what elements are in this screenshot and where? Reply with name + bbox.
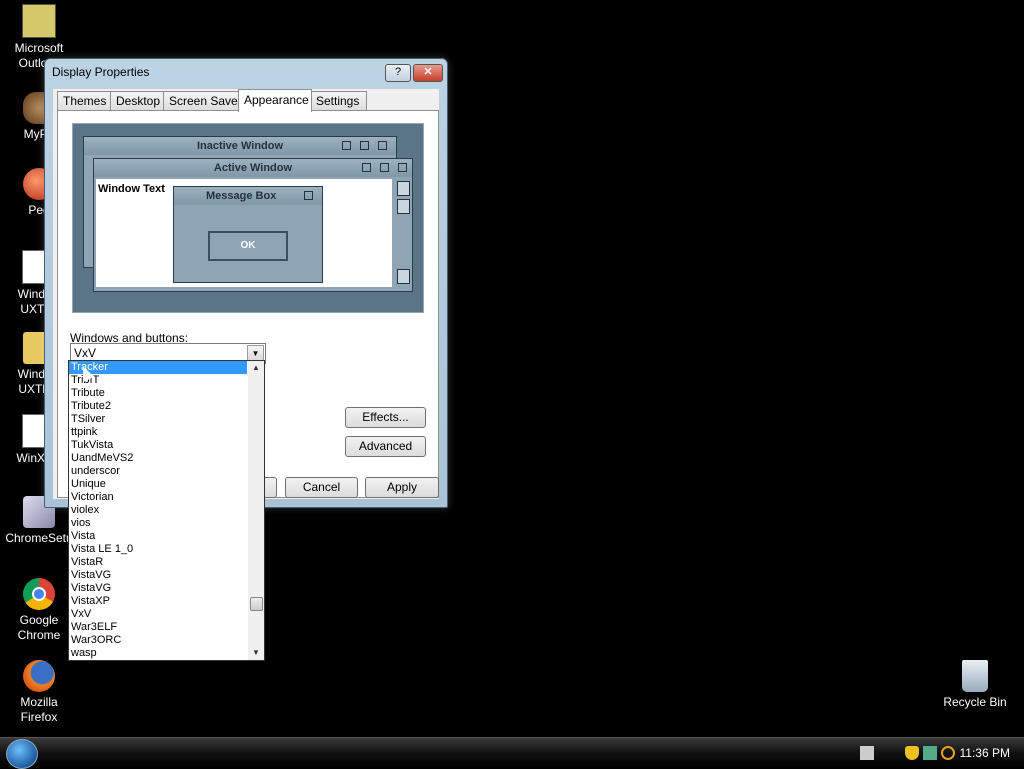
- start-button[interactable]: [6, 739, 38, 769]
- preview-message-box: Message Box OK: [173, 186, 323, 283]
- preview-window-text: Window Text: [98, 183, 165, 195]
- dropdown-item[interactable]: vios: [69, 517, 247, 530]
- preview-message-box-title: Message Box: [174, 187, 322, 205]
- appearance-preview: Inactive Window Active Window Window Tex…: [72, 123, 424, 313]
- desktop-icon-label: Recycle Bin: [943, 695, 1007, 709]
- desktop-icon-label: Google Chrome: [17, 613, 61, 642]
- dropdown-item[interactable]: VxV: [69, 608, 247, 621]
- close-icon: [398, 163, 407, 172]
- search-icon[interactable]: [941, 746, 955, 760]
- tab-themes[interactable]: Themes: [57, 91, 111, 111]
- title-bar[interactable]: Display Properties ? ✕: [45, 59, 447, 85]
- dropdown-item[interactable]: Tribute2: [69, 400, 247, 413]
- combo-value: VxV: [74, 346, 97, 360]
- dropdown-item[interactable]: VistaXP: [69, 595, 247, 608]
- dropdown-item[interactable]: TukVista: [69, 439, 247, 452]
- effects-button[interactable]: Effects...: [345, 407, 426, 428]
- minimize-icon: [342, 141, 351, 150]
- close-icon: [304, 191, 313, 200]
- dropdown-item[interactable]: War3ELF: [69, 621, 247, 634]
- preview-scrollbar: [397, 179, 410, 287]
- dropdown-item[interactable]: TSilver: [69, 413, 247, 426]
- taskbar: 11:36 PM: [0, 737, 1024, 769]
- dropdown-item[interactable]: Victorian: [69, 491, 247, 504]
- dropdown-item[interactable]: wasp: [69, 647, 247, 660]
- advanced-button[interactable]: Advanced: [345, 436, 426, 457]
- taskbar-clock[interactable]: 11:36 PM: [960, 746, 1010, 760]
- google-chrome-icon: [23, 578, 55, 610]
- desktop-icon-recycle-bin[interactable]: Recycle Bin: [938, 660, 1012, 710]
- dropdown-item[interactable]: Tribute: [69, 387, 247, 400]
- dropdown-item[interactable]: UandMeVS2: [69, 452, 247, 465]
- dropdown-item[interactable]: VistaVG: [69, 569, 247, 582]
- maximize-icon: [380, 163, 389, 172]
- keyboard-icon[interactable]: [860, 746, 874, 760]
- dropdown-item[interactable]: violex: [69, 504, 247, 517]
- scroll-down-icon[interactable]: ▼: [248, 646, 264, 660]
- dropdown-item[interactable]: VistaVG: [69, 582, 247, 595]
- dropdown-item[interactable]: ttpink: [69, 426, 247, 439]
- desktop-icon-label: Mozilla Firefox: [20, 695, 58, 724]
- dropdown-item[interactable]: Vista LE 1_0: [69, 543, 247, 556]
- close-icon: [378, 141, 387, 150]
- tab-desktop[interactable]: Desktop: [110, 91, 164, 111]
- tab-appearance[interactable]: Appearance: [238, 89, 312, 112]
- desktop-icon-label: ChromeSetu: [5, 531, 73, 545]
- dropdown-item[interactable]: War3ORC: [69, 634, 247, 647]
- firefox-icon: [23, 660, 55, 692]
- scroll-thumb[interactable]: [250, 597, 263, 611]
- windows-buttons-dropdown-list[interactable]: Tracker TribIT Tribute Tribute2 TSilver ttpin…: [68, 360, 265, 661]
- minimize-icon: [362, 163, 371, 172]
- preview-ok-button: OK: [208, 231, 288, 261]
- scroll-down-icon: [397, 269, 410, 284]
- dropdown-item[interactable]: Vista: [69, 530, 247, 543]
- dropdown-item[interactable]: underscor: [69, 465, 247, 478]
- cancel-button[interactable]: Cancel: [285, 477, 358, 498]
- recycle-bin-icon: [962, 660, 988, 692]
- help-button[interactable]: ?: [385, 64, 411, 82]
- security-shield-icon[interactable]: [905, 746, 919, 760]
- scroll-thumb-icon: [397, 199, 410, 214]
- window-title: Display Properties: [52, 65, 150, 79]
- apply-button[interactable]: Apply: [365, 477, 439, 498]
- dropdown-item[interactable]: VistaR: [69, 556, 247, 569]
- scroll-up-icon: [397, 181, 410, 196]
- network-icon[interactable]: [923, 746, 937, 760]
- scroll-up-icon[interactable]: ▲: [248, 361, 264, 375]
- desktop-icon-firefox[interactable]: Mozilla Firefox: [2, 660, 76, 725]
- dropdown-items: Tracker TribIT Tribute Tribute2 TSilver ttpin…: [69, 361, 247, 660]
- dropdown-scrollbar[interactable]: ▲ ▼: [248, 361, 264, 660]
- dropdown-item[interactable]: TribIT: [69, 374, 247, 387]
- close-button[interactable]: ✕: [413, 64, 443, 82]
- dropdown-item[interactable]: Tracker: [69, 361, 247, 374]
- maximize-icon: [360, 141, 369, 150]
- outlook-icon: [22, 4, 56, 38]
- desktop-icon-google-chrome[interactable]: Google Chrome: [2, 578, 76, 643]
- tab-screen-saver[interactable]: Screen Saver: [163, 91, 242, 111]
- dropdown-item[interactable]: Unique: [69, 478, 247, 491]
- tab-settings[interactable]: Settings: [310, 91, 367, 111]
